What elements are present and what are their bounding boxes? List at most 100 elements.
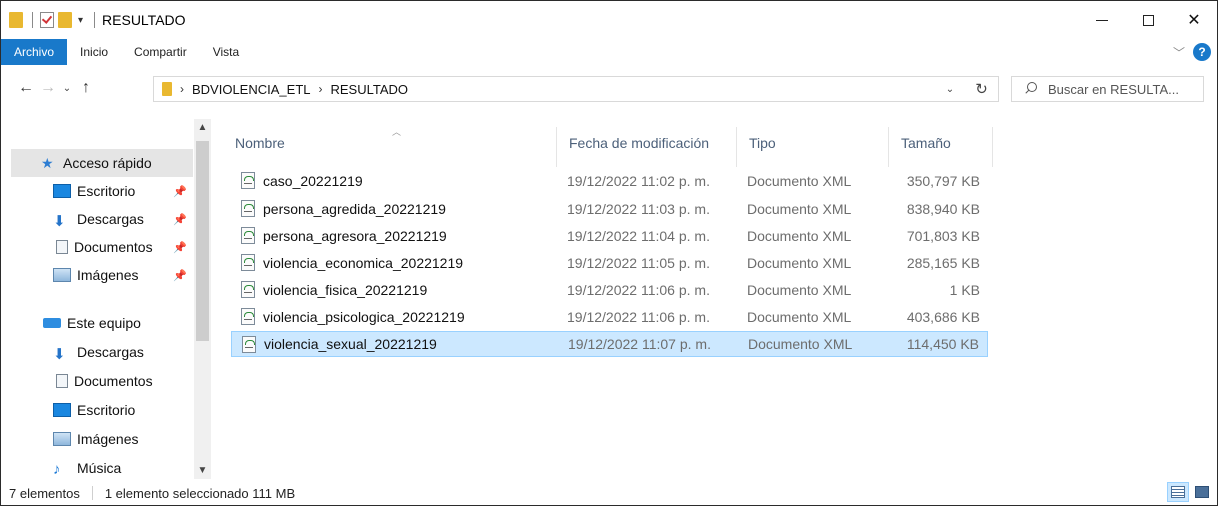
scroll-thumb[interactable]	[196, 141, 209, 341]
file-name: violencia_psicologica_20221219	[263, 309, 465, 325]
sidebar-item-este-equipo[interactable]: Este equipo	[1, 309, 193, 337]
table-row[interactable]: caso_20221219 19/12/2022 11:02 p. m. Doc…	[231, 168, 988, 194]
file-size: 403,686 KB	[906, 309, 980, 325]
close-button[interactable]: ✕	[1171, 1, 1217, 39]
refresh-icon[interactable]: ↻	[964, 80, 998, 98]
table-row[interactable]: violencia_economica_20221219 19/12/2022 …	[231, 250, 988, 276]
file-date: 19/12/2022 11:04 p. m.	[567, 228, 710, 244]
divider	[94, 12, 96, 28]
pictures-icon	[53, 432, 71, 446]
column-divider[interactable]	[992, 127, 993, 167]
tab-inicio[interactable]: Inicio	[67, 39, 121, 65]
tab-compartir[interactable]: Compartir	[121, 39, 200, 65]
table-row[interactable]: violencia_fisica_20221219 19/12/2022 11:…	[231, 277, 988, 303]
address-history-chevron-icon[interactable]: ⌄	[936, 84, 964, 95]
downloads-icon: ⬇	[53, 346, 66, 363]
breadcrumb-resultado[interactable]: RESULTADO	[331, 82, 409, 97]
scroll-up-arrow-icon[interactable]: ▲	[194, 119, 211, 136]
sidebar-item-descargas[interactable]: ⬇ Descargas	[1, 338, 193, 366]
xml-file-icon	[241, 200, 255, 217]
window-title: RESULTADO	[102, 12, 186, 28]
sidebar-item-label: Este equipo	[67, 315, 141, 331]
minimize-button[interactable]	[1079, 1, 1125, 39]
sidebar-item-escritorio[interactable]: Escritorio	[1, 396, 193, 424]
table-row[interactable]: persona_agredida_20221219 19/12/2022 11:…	[231, 196, 988, 222]
column-header-tamano[interactable]: Tamaño	[889, 127, 993, 167]
sidebar-item-documentos-quick[interactable]: Documentos 📌	[1, 233, 193, 261]
sidebar-item-label: Documentos	[74, 373, 153, 389]
tab-vista[interactable]: Vista	[200, 39, 252, 65]
pin-icon: 📌	[173, 241, 187, 254]
table-row[interactable]: violencia_psicologica_20221219 19/12/202…	[231, 304, 988, 330]
new-folder-icon[interactable]	[58, 12, 72, 28]
file-type: Documento XML	[747, 255, 852, 271]
expand-ribbon-chevron-icon[interactable]: ﹀	[1173, 44, 1185, 61]
selection-info: 1 elemento seleccionado 111 MB	[104, 485, 296, 501]
sidebar-item-musica[interactable]: ♪ Música	[1, 454, 193, 479]
back-button[interactable]: ←	[15, 79, 37, 97]
sidebar-item-label: Escritorio	[77, 402, 136, 418]
quick-access-toolbar: ▾ RESULTADO	[1, 1, 186, 39]
column-header-fecha[interactable]: Fecha de modificación	[557, 127, 737, 167]
breadcrumb-bdviolencia-etl[interactable]: BDVIOLENCIA_ETL	[192, 82, 311, 97]
folder-icon	[9, 12, 23, 28]
file-size: 114,450 KB	[906, 336, 979, 352]
search-box[interactable]	[1011, 76, 1204, 102]
breadcrumb-separator[interactable]: ›	[180, 82, 184, 96]
column-header-nombre[interactable]: ︿ Nombre	[223, 127, 557, 167]
sidebar-item-documentos[interactable]: Documentos	[1, 367, 193, 395]
sidebar-item-imagenes[interactable]: Imágenes	[1, 425, 193, 453]
large-icons-view-button[interactable]	[1191, 482, 1213, 502]
desktop-icon	[53, 403, 71, 417]
forward-button[interactable]: →	[37, 79, 59, 97]
table-row[interactable]: persona_agresora_20221219 19/12/2022 11:…	[231, 223, 988, 249]
downloads-icon: ⬇	[53, 213, 66, 230]
column-label: Fecha de modificación	[569, 135, 710, 151]
maximize-button[interactable]	[1125, 1, 1171, 39]
column-label: Tamaño	[901, 135, 951, 151]
file-name: violencia_economica_20221219	[263, 255, 464, 271]
recent-locations-chevron-icon[interactable]: ⌄	[59, 83, 75, 94]
ribbon-tabs: Archivo Inicio Compartir Vista ﹀ ?	[1, 39, 1217, 65]
file-date: 19/12/2022 11:06 p. m.	[567, 309, 710, 325]
file-date: 19/12/2022 11:06 p. m.	[567, 282, 710, 298]
sort-ascending-icon: ︿	[392, 127, 402, 137]
search-input[interactable]	[1048, 81, 1198, 97]
sidebar-item-descargas-quick[interactable]: ⬇ Descargas 📌	[1, 205, 193, 233]
sidebar-item-imagenes-quick[interactable]: Imágenes 📌	[1, 261, 193, 289]
properties-icon[interactable]	[40, 12, 54, 28]
help-button[interactable]: ?	[1193, 43, 1211, 61]
column-header-tipo[interactable]: Tipo	[737, 127, 889, 167]
customize-toolbar-dropdown[interactable]: ▾	[78, 15, 83, 26]
sidebar-item-label: Imágenes	[77, 431, 139, 447]
file-date: 19/12/2022 11:03 p. m.	[567, 201, 710, 217]
file-type: Documento XML	[747, 228, 852, 244]
address-bar[interactable]: › BDVIOLENCIA_ETL › RESULTADO ⌄ ↻	[153, 76, 999, 102]
title-bar: ▾ RESULTADO ✕	[1, 1, 1217, 39]
large-icons-view-icon	[1195, 486, 1209, 498]
file-name: violencia_fisica_20221219	[263, 282, 428, 298]
details-view-icon	[1171, 486, 1185, 498]
item-count: 7 elementos	[9, 485, 80, 501]
pin-icon: 📌	[173, 269, 187, 282]
divider	[91, 486, 93, 500]
file-size: 350,797 KB	[906, 173, 980, 189]
window-controls: ✕	[1079, 1, 1217, 39]
sidebar-item-escritorio-quick[interactable]: Escritorio 📌	[1, 177, 193, 205]
table-row-selected[interactable]: violencia_sexual_20221219 19/12/2022 11:…	[231, 331, 988, 357]
scroll-down-arrow-icon[interactable]: ▼	[194, 462, 211, 479]
tab-archivo[interactable]: Archivo	[1, 39, 68, 65]
file-explorer-window: ▾ RESULTADO ✕ Archivo Inicio Compartir V…	[0, 0, 1218, 506]
minimize-icon	[1096, 19, 1108, 21]
file-size: 701,803 KB	[906, 228, 980, 244]
pin-icon: 📌	[173, 185, 187, 198]
sidebar-item-acceso-rapido[interactable]: ★ Acceso rápido	[11, 149, 193, 177]
column-label: Tipo	[749, 135, 776, 151]
navigation-pane-scrollbar[interactable]: ▲ ▼	[194, 119, 211, 479]
details-view-button[interactable]	[1167, 482, 1189, 502]
file-type: Documento XML	[747, 173, 852, 189]
sidebar-item-label: Escritorio	[77, 183, 136, 199]
file-type: Documento XML	[747, 309, 852, 325]
up-button[interactable]: ↑	[75, 79, 97, 97]
breadcrumb-separator[interactable]: ›	[319, 82, 323, 96]
